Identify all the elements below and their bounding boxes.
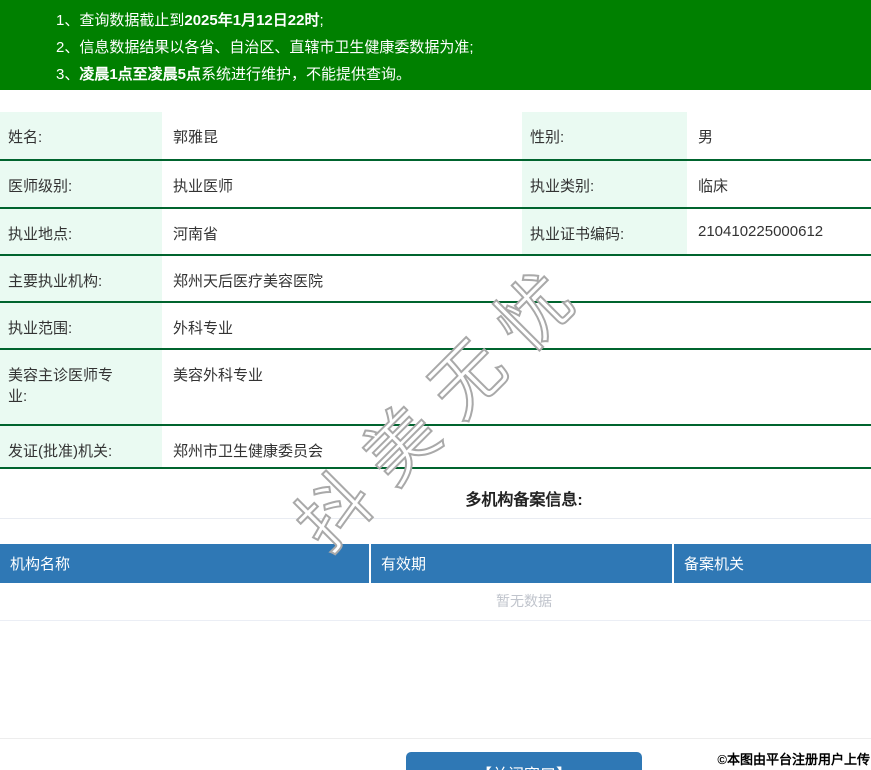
field-value-doctor-level: 执业医师 [162, 160, 522, 208]
field-label-practice-category: 执业类别: [522, 160, 687, 208]
field-value-practice-scope: 外科专业 [162, 302, 871, 349]
notice-number: 3、 [56, 66, 79, 83]
notice-text: ; [319, 12, 323, 29]
field-label-doctor-level: 医师级别: [0, 160, 162, 208]
notice-banner: 1、查询数据截止到2025年1月12日22时; 2、信息数据结果以各省、自治区、… [0, 0, 871, 90]
field-label-practice-location: 执业地点: [0, 208, 162, 255]
registry-header-row: 机构名称 有效期 备案机关 [0, 544, 871, 583]
table-row: 发证(批准)机关: 郑州市卫生健康委员会 [0, 425, 871, 468]
column-header-validity-period: 有效期 [370, 544, 673, 583]
table-row: 执业地点: 河南省 执业证书编码: 210410225000612 [0, 208, 871, 255]
empty-data-placeholder: 暂无数据 [0, 583, 871, 621]
table-row: 主要执业机构: 郑州天后医疗美容医院 [0, 255, 871, 302]
content-spacer [0, 621, 871, 739]
table-row: 姓名: 郭雅昆 性别: 男 [0, 112, 871, 160]
table-row: 美容主诊医师专业: 美容外科专业 [0, 349, 871, 425]
table-row: 医师级别: 执业医师 执业类别: 临床 [0, 160, 871, 208]
field-value-practice-location: 河南省 [162, 208, 522, 255]
notice-text-bold: 凌晨1点至凌晨5点 [79, 66, 201, 83]
field-value-certificate-number: 210410225000612 [687, 208, 871, 255]
doctor-info-table: 姓名: 郭雅昆 性别: 男 医师级别: 执业医师 执业类别: 临床 执业地点: … [0, 112, 871, 469]
field-label-gender: 性别: [522, 112, 687, 160]
field-value-practice-category: 临床 [687, 160, 871, 208]
close-window-button[interactable]: 【关闭窗口】 [406, 752, 642, 770]
column-header-institution-name: 机构名称 [0, 544, 370, 583]
notice-line-2: 2、信息数据结果以各省、自治区、直辖市卫生健康委数据为准; [56, 34, 871, 61]
field-value-gender: 男 [687, 112, 871, 160]
notice-text: 信息数据结果以各省、自治区、直辖市卫生健康委数据为准; [79, 39, 473, 56]
field-value-main-institution: 郑州天后医疗美容医院 [162, 255, 871, 302]
field-label-issuing-authority: 发证(批准)机关: [0, 425, 162, 468]
column-header-filing-authority: 备案机关 [673, 544, 871, 583]
notice-line-1: 1、查询数据截止到2025年1月12日22时; [56, 7, 871, 34]
table-row: 执业范围: 外科专业 [0, 302, 871, 349]
notice-text-bold: 2025年1月12日22时 [184, 12, 319, 29]
notice-number: 1、 [56, 12, 79, 29]
multi-institution-section-title: 多机构备案信息: [0, 469, 871, 519]
field-label-main-institution: 主要执业机构: [0, 255, 162, 302]
field-label-cosmetic-specialty: 美容主诊医师专业: [0, 349, 162, 425]
field-label-certificate-number: 执业证书编码: [522, 208, 687, 255]
field-value-name: 郭雅昆 [162, 112, 522, 160]
notice-number: 2、 [56, 39, 79, 56]
registry-table: 机构名称 有效期 备案机关 [0, 544, 871, 583]
query-result-page: 1、查询数据截止到2025年1月12日22时; 2、信息数据结果以各省、自治区、… [0, 0, 871, 770]
field-label-practice-scope: 执业范围: [0, 302, 162, 349]
upload-attribution-text: ©本图由平台注册用户上传 [717, 749, 870, 768]
field-label-name: 姓名: [0, 112, 162, 160]
field-value-cosmetic-specialty: 美容外科专业 [162, 349, 871, 425]
notice-line-3: 3、凌晨1点至凌晨5点系统进行维护，不能提供查询。 [56, 61, 871, 88]
notice-text: 系统进行维护，不能提供查询。 [201, 66, 411, 83]
field-value-issuing-authority: 郑州市卫生健康委员会 [162, 425, 871, 468]
notice-text: 查询数据截止到 [79, 12, 184, 29]
